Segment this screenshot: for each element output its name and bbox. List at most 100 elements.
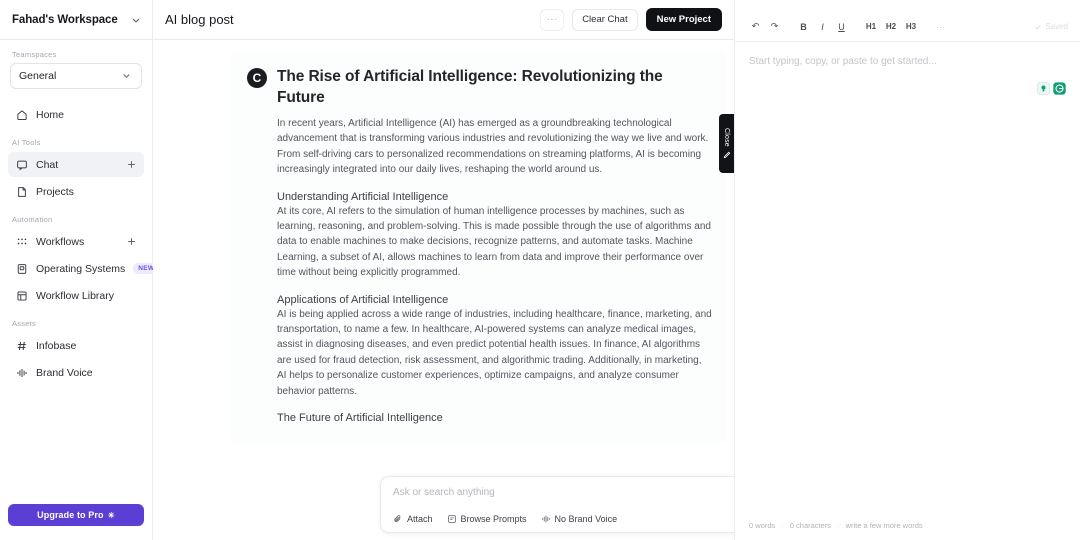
article-intro: In recent years, Artificial Intelligence… — [277, 116, 712, 178]
browse-prompts-label: Browse Prompts — [461, 514, 527, 524]
teamspaces-label: Teamspaces — [0, 40, 152, 63]
redo-icon: ↷ — [771, 21, 779, 32]
page-title: AI blog post — [165, 12, 540, 27]
brand-voice-icon — [541, 514, 551, 524]
avatar: C — [247, 68, 267, 88]
saved-label: Saved — [1045, 22, 1068, 31]
close-tab-label: Close — [723, 128, 730, 147]
editor-footer: 0 words · 0 characters · write a few mor… — [735, 516, 1080, 540]
ai-tools-label: AI Tools — [0, 128, 152, 151]
sidebar-item-label: Brand Voice — [36, 367, 137, 379]
footer-separator: · — [837, 521, 840, 530]
undo-icon: ↶ — [752, 21, 760, 32]
sidebar-item-brand-voice[interactable]: Brand Voice — [8, 360, 144, 385]
sidebar-item-projects[interactable]: Projects — [8, 179, 144, 204]
sparkle-icon: ☀ — [108, 511, 115, 520]
editor-placeholder: Start typing, copy, or paste to get star… — [749, 56, 1066, 67]
projects-icon — [15, 185, 28, 198]
brand-voice-icon — [15, 366, 28, 379]
word-count: 0 words — [749, 521, 775, 530]
redo-button[interactable]: ↷ — [766, 18, 783, 35]
underline-button[interactable]: U — [833, 18, 850, 35]
brand-voice-button[interactable]: No Brand Voice — [541, 514, 618, 524]
workspace-switcher[interactable]: Fahad's Workspace — [0, 0, 152, 40]
teamspace-select[interactable]: General — [10, 63, 142, 89]
workflows-icon — [15, 235, 28, 248]
editor-action-icons — [1037, 82, 1066, 95]
sidebar-item-label: Workflow Library — [36, 290, 137, 302]
section-text-understanding: At its core, AI refers to the simulation… — [277, 204, 712, 281]
more-options-button[interactable]: ··· — [540, 9, 564, 31]
brand-voice-label: No Brand Voice — [555, 514, 618, 524]
upgrade-label: Upgrade to Pro — [37, 510, 103, 520]
home-icon — [15, 108, 28, 121]
sidebar-item-workflow-library[interactable]: Workflow Library — [8, 283, 144, 308]
italic-label: I — [821, 22, 824, 32]
add-workflow-icon[interactable] — [126, 236, 137, 247]
sidebar-item-label: Infobase — [36, 340, 137, 352]
add-chat-icon[interactable] — [126, 159, 137, 170]
bold-label: B — [800, 22, 807, 32]
bold-button[interactable]: B — [795, 18, 812, 35]
automation-label: Automation — [0, 205, 152, 228]
close-editor-tab[interactable]: Close — [719, 114, 734, 173]
clear-chat-button[interactable]: Clear Chat — [572, 9, 637, 31]
article-title: The Rise of Artificial Intelligence: Rev… — [277, 66, 712, 108]
heading2-button[interactable]: H2 — [882, 18, 900, 35]
new-project-label: New Project — [657, 14, 711, 25]
operating-systems-icon — [15, 262, 28, 275]
sidebar-item-chat[interactable]: Chat — [8, 152, 144, 177]
undo-button[interactable]: ↶ — [747, 18, 764, 35]
writing-hint: write a few more words — [846, 521, 923, 530]
upgrade-to-pro-button[interactable]: Upgrade to Pro ☀ — [8, 504, 144, 526]
browse-prompts-button[interactable]: Browse Prompts — [447, 514, 527, 524]
underline-label: U — [838, 22, 845, 32]
new-project-button[interactable]: New Project — [646, 8, 722, 31]
pencil-icon — [723, 151, 731, 159]
sidebar-item-label: Workflows — [36, 236, 118, 248]
toolbar-more-button[interactable]: ··· — [932, 18, 949, 35]
character-count: 0 characters — [790, 521, 831, 530]
sidebar-item-home[interactable]: Home — [8, 102, 144, 127]
sidebar-spacer — [0, 386, 152, 504]
app-root: Fahad's Workspace Teamspaces General Hom… — [0, 0, 1080, 540]
workflow-library-icon — [15, 289, 28, 302]
assistant-message: C The Rise of Artificial Intelligence: R… — [231, 52, 726, 443]
section-heading-applications: Applications of Artificial Intelligence — [277, 294, 712, 306]
assets-label: Assets — [0, 309, 152, 332]
footer-separator: · — [781, 521, 784, 530]
prompts-icon — [447, 514, 457, 524]
sidebar-item-infobase[interactable]: Infobase — [8, 333, 144, 358]
document-editor-panel: ↶ ↷ B I U H1 H2 H3 ··· Saved Start typin… — [734, 0, 1080, 540]
teamspace-select-value: General — [19, 70, 121, 82]
chat-icon — [15, 158, 28, 171]
search-input[interactable] — [393, 487, 766, 498]
topbar: AI blog post ··· Clear Chat New Project — [153, 0, 734, 40]
sidebar-item-label: Chat — [36, 159, 118, 171]
attach-label: Attach — [407, 514, 433, 524]
workspace-name: Fahad's Workspace — [12, 14, 130, 26]
chevron-down-icon — [121, 70, 133, 82]
grammarly-icon[interactable] — [1053, 82, 1066, 95]
chat-scroll-area[interactable]: C The Rise of Artificial Intelligence: R… — [153, 40, 734, 540]
attach-button[interactable]: Attach — [393, 514, 433, 524]
editor-toolbar: ↶ ↷ B I U H1 H2 H3 ··· Saved — [735, 12, 1080, 42]
hash-icon — [15, 339, 28, 352]
paperclip-icon — [393, 514, 403, 524]
heading3-button[interactable]: H3 — [902, 18, 920, 35]
upgrade-section: Upgrade to Pro ☀ — [0, 504, 152, 540]
h1-label: H1 — [866, 22, 876, 31]
sidebar-item-operating-systems[interactable]: Operating Systems NEW — [8, 256, 144, 281]
check-icon — [1034, 23, 1042, 31]
heading1-button[interactable]: H1 — [862, 18, 880, 35]
h3-label: H3 — [906, 22, 916, 31]
section-heading-understanding: Understanding Artificial Intelligence — [277, 191, 712, 203]
sidebar: Fahad's Workspace Teamspaces General Hom… — [0, 0, 153, 540]
editor-text-area[interactable]: Start typing, copy, or paste to get star… — [735, 42, 1080, 516]
italic-button[interactable]: I — [814, 18, 831, 35]
lightbulb-pin-icon[interactable] — [1037, 82, 1050, 95]
sidebar-item-workflows[interactable]: Workflows — [8, 229, 144, 254]
more-icon: ··· — [936, 22, 945, 32]
section-text-applications: AI is being applied across a wide range … — [277, 307, 712, 399]
sidebar-item-label: Operating Systems — [36, 263, 125, 275]
